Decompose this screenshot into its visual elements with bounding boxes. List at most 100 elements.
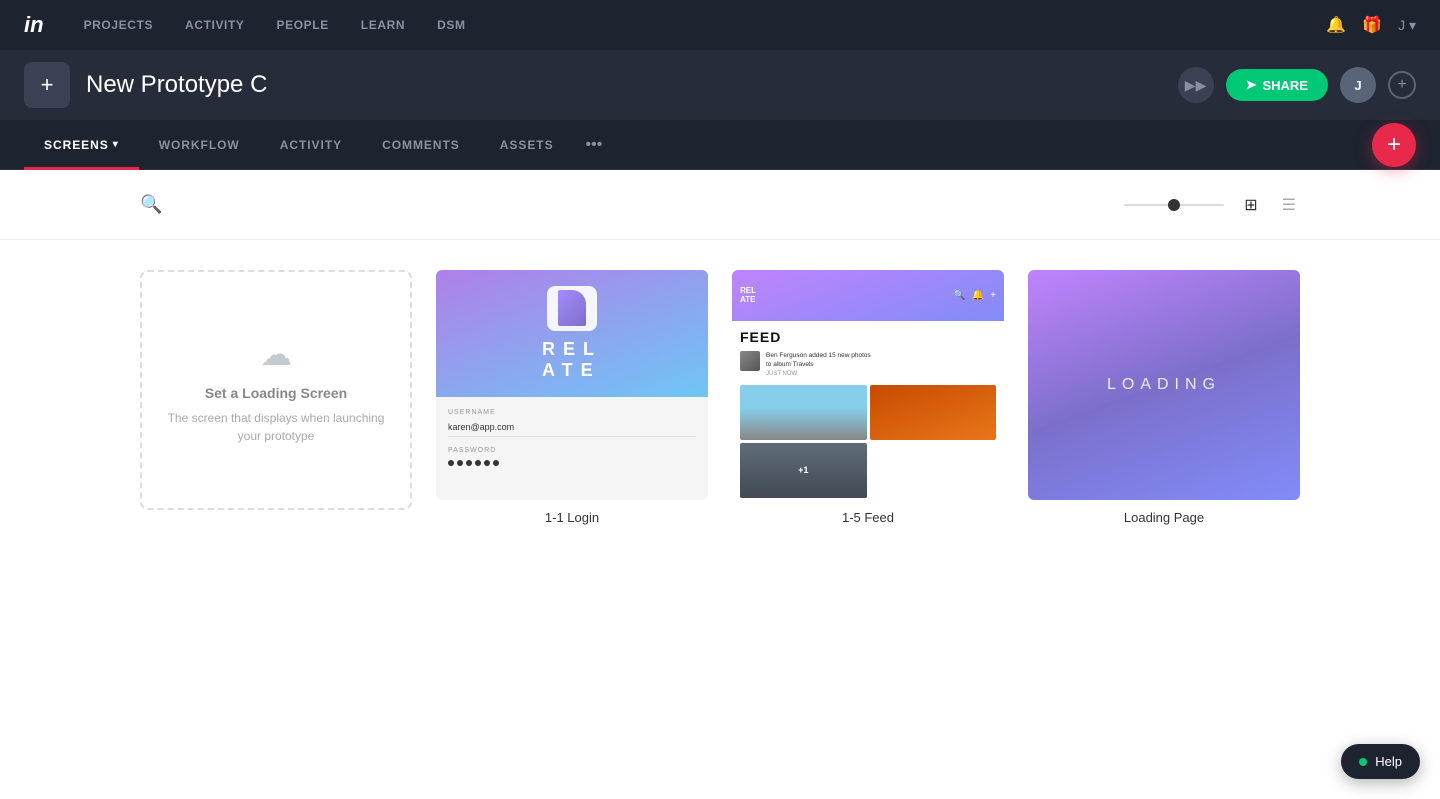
- post-text: Ben Ferguson added 15 new photos to albu…: [766, 351, 871, 369]
- password-label: PASSWORD: [448, 447, 696, 454]
- login-brand: RELATE: [542, 339, 602, 381]
- list-view-button[interactable]: ☰: [1278, 191, 1300, 219]
- bell-icon[interactable]: 🔔: [1326, 15, 1346, 35]
- empty-screen-card[interactable]: ☁ Set a Loading Screen The screen that d…: [140, 270, 412, 525]
- empty-card-container[interactable]: ☁ Set a Loading Screen The screen that d…: [140, 270, 412, 510]
- feed-image-grid: +1: [740, 385, 996, 498]
- dot-2: [457, 460, 463, 466]
- top-nav-right: 🔔 🎁 J ▾: [1326, 15, 1416, 35]
- add-screen-button[interactable]: +: [24, 62, 70, 108]
- chevron-down-icon: ▾: [113, 139, 119, 150]
- top-navigation: in PROJECTS ACTIVITY PEOPLE LEARN DSM 🔔 …: [0, 0, 1440, 50]
- dot-5: [484, 460, 490, 466]
- screen-name-loading: Loading Page: [1124, 510, 1204, 525]
- sub-navigation: SCREENS ▾ WORKFLOW ACTIVITY COMMENTS ASS…: [0, 120, 1440, 170]
- fab-add-button[interactable]: +: [1372, 123, 1416, 167]
- tab-comments[interactable]: COMMENTS: [362, 120, 480, 170]
- help-label: Help: [1375, 754, 1402, 769]
- preview-button[interactable]: ▶▶: [1178, 67, 1214, 103]
- feed-bell-icon: 🔔: [972, 290, 984, 301]
- grid-view-button[interactable]: ⊞: [1240, 191, 1261, 219]
- feed-title: FEED: [740, 329, 996, 345]
- project-header-right: ▶▶ ➤ SHARE J +: [1178, 67, 1416, 103]
- logo: in: [24, 12, 44, 38]
- top-nav-links: PROJECTS ACTIVITY PEOPLE LEARN DSM: [84, 18, 1327, 32]
- loading-text: LOADING: [1107, 376, 1221, 394]
- plus-icon: +: [41, 72, 54, 98]
- nav-dsm[interactable]: DSM: [437, 18, 465, 32]
- screen-name-feed: 1-5 Feed: [842, 510, 894, 525]
- tab-workflow[interactable]: WORKFLOW: [139, 120, 260, 170]
- login-thumbnail: RELATE USERNAME karen@app.com PASSWORD: [436, 270, 708, 500]
- toolbar-right: ⊞ ☰: [1124, 191, 1300, 219]
- dot-1: [448, 460, 454, 466]
- search-button[interactable]: 🔍: [140, 194, 162, 215]
- play-icon: ▶▶: [1185, 77, 1207, 94]
- screen-card-feed[interactable]: REL ATE 🔍 🔔 + FEED Be: [732, 270, 1004, 525]
- feed-image-3: +1: [740, 443, 867, 498]
- feed-logo-text: REL ATE: [740, 286, 756, 305]
- nav-projects[interactable]: PROJECTS: [84, 18, 153, 32]
- screens-grid: ☁ Set a Loading Screen The screen that d…: [0, 240, 1440, 555]
- nav-people[interactable]: PEOPLE: [277, 18, 329, 32]
- post-time: JUST NOW: [766, 371, 871, 377]
- plus-icon: +: [1387, 131, 1401, 159]
- share-icon: ➤: [1246, 77, 1257, 93]
- help-status-dot: [1359, 758, 1367, 766]
- list-icon: ☰: [1282, 197, 1296, 214]
- nav-activity[interactable]: ACTIVITY: [185, 18, 244, 32]
- screen-card-login[interactable]: RELATE USERNAME karen@app.com PASSWORD: [436, 270, 708, 525]
- post-info: Ben Ferguson added 15 new photos to albu…: [766, 351, 871, 377]
- share-button[interactable]: ➤ SHARE: [1226, 69, 1328, 101]
- feed-plus-icon: +: [990, 290, 996, 301]
- feed-post: Ben Ferguson added 15 new photos to albu…: [740, 351, 996, 377]
- zoom-thumb[interactable]: [1168, 199, 1180, 211]
- avatar[interactable]: J: [1340, 67, 1376, 103]
- feed-header-icons: 🔍 🔔 +: [953, 290, 996, 301]
- password-dots: [448, 460, 696, 466]
- screen-name-login: 1-1 Login: [545, 510, 599, 525]
- project-title: New Prototype C: [86, 71, 1162, 99]
- search-icon: 🔍: [140, 194, 162, 214]
- feed-content-section: FEED Ben Ferguson added 15 new photos to…: [732, 321, 1004, 500]
- feed-thumbnail: REL ATE 🔍 🔔 + FEED Be: [732, 270, 1004, 500]
- username-label: USERNAME: [448, 409, 696, 416]
- feed-image-1: [740, 385, 867, 440]
- feed-search-icon: 🔍: [953, 290, 965, 301]
- nav-learn[interactable]: LEARN: [361, 18, 405, 32]
- add-member-button[interactable]: +: [1388, 71, 1416, 99]
- zoom-track[interactable]: [1124, 204, 1224, 206]
- login-form-section: USERNAME karen@app.com PASSWORD: [436, 397, 708, 501]
- loading-preview: LOADING: [1028, 270, 1300, 500]
- help-button[interactable]: Help: [1341, 744, 1420, 779]
- dot-6: [493, 460, 499, 466]
- empty-card-description: The screen that displays when launching …: [166, 409, 386, 445]
- sub-nav-wrapper: SCREENS ▾ WORKFLOW ACTIVITY COMMENTS ASS…: [0, 120, 1440, 170]
- username-value: karen@app.com: [448, 422, 696, 437]
- dot-3: [466, 460, 472, 466]
- login-logo-shape: [558, 290, 586, 326]
- upload-cloud-icon: ☁: [260, 335, 292, 373]
- more-tabs-button[interactable]: •••: [574, 136, 615, 154]
- project-header: + New Prototype C ▶▶ ➤ SHARE J +: [0, 50, 1440, 120]
- grid-icon: ⊞: [1244, 197, 1257, 214]
- login-logo: [547, 286, 597, 331]
- toolbar: 🔍 ⊞ ☰: [0, 170, 1440, 240]
- login-top-section: RELATE: [436, 270, 708, 397]
- feed-header-section: REL ATE 🔍 🔔 +: [732, 270, 1004, 321]
- feed-image-2: [870, 385, 997, 440]
- user-menu[interactable]: J ▾: [1398, 17, 1416, 34]
- post-avatar: [740, 351, 760, 371]
- feed-image-overlay: +1: [740, 443, 867, 498]
- tab-screens[interactable]: SCREENS ▾: [24, 120, 139, 170]
- loading-thumbnail: LOADING: [1028, 270, 1300, 500]
- screen-card-loading[interactable]: LOADING Loading Page: [1028, 270, 1300, 525]
- tab-activity[interactable]: ACTIVITY: [260, 120, 362, 170]
- empty-card-title: Set a Loading Screen: [205, 385, 347, 401]
- tab-assets[interactable]: ASSETS: [480, 120, 574, 170]
- login-preview: RELATE USERNAME karen@app.com PASSWORD: [436, 270, 708, 500]
- dot-4: [475, 460, 481, 466]
- gift-icon[interactable]: 🎁: [1362, 15, 1382, 35]
- zoom-control[interactable]: [1124, 204, 1224, 206]
- feed-preview: REL ATE 🔍 🔔 + FEED Be: [732, 270, 1004, 500]
